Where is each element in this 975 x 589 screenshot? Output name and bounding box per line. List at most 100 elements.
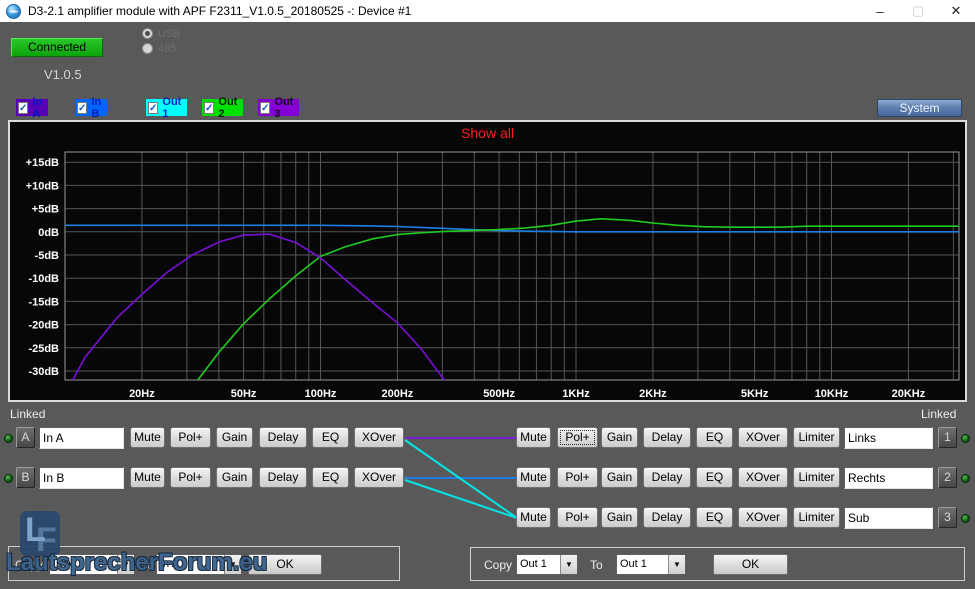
y-axis-tick: -5dB <box>35 250 60 262</box>
x-axis-tick: 20KHz <box>892 388 926 400</box>
curve-out-3-sub-bandpass- <box>65 234 448 394</box>
close-button[interactable]: ✕ <box>937 0 975 22</box>
x-axis-tick: 500Hz <box>483 388 515 400</box>
checkbox-icon[interactable]: ✓ <box>77 102 87 114</box>
y-axis-tick: 0dB <box>38 227 59 239</box>
xover-button-1[interactable]: XOver <box>738 427 788 448</box>
led-indicator <box>961 434 970 443</box>
channel-toggle-in-a[interactable]: ✓In A <box>16 99 48 116</box>
radio-option-usb[interactable]: USB <box>142 26 181 41</box>
xover-button-2[interactable]: XOver <box>738 467 788 488</box>
checkbox-icon[interactable]: ✓ <box>18 102 28 114</box>
checkbox-icon[interactable]: ✓ <box>204 102 214 114</box>
copy-output-groupbox: Copy Out 1 ▼ To Out 1 ▼ OK <box>470 547 965 581</box>
x-axis-tick: 50Hz <box>231 388 257 400</box>
chevron-down-icon[interactable]: ▼ <box>224 555 241 574</box>
output-row-2: Mute Pol+GainDelayEQXOverLimiter 2 <box>0 467 975 490</box>
y-axis-tick: +5dB <box>32 204 59 216</box>
window-title: D3-2.1 amplifier module with APF F2311_V… <box>28 4 411 18</box>
channel-toggle-label: In B <box>91 96 102 120</box>
radio-icon[interactable] <box>142 28 153 39</box>
y-axis-tick: -25dB <box>28 343 59 355</box>
linked-label-right: Linked <box>921 407 956 421</box>
eq-button-3[interactable]: EQ <box>696 507 733 528</box>
checkbox-icon[interactable]: ✓ <box>148 102 158 114</box>
y-axis-tick: -30dB <box>28 366 59 378</box>
led-indicator <box>961 514 970 523</box>
x-axis-tick: 1KHz <box>562 388 590 400</box>
output-name-input-3[interactable] <box>844 507 933 529</box>
titlebar: D3-2.1 amplifier module with APF F2311_V… <box>0 0 975 22</box>
copy-output-ok-button[interactable]: OK <box>713 554 788 575</box>
copy-input-label: Copy <box>15 558 43 572</box>
copy-output-label: Copy <box>484 558 512 572</box>
output-select-button-1[interactable]: 1 <box>938 427 957 448</box>
y-axis-tick: +10dB <box>26 180 59 192</box>
version-label: V1.0.5 <box>44 67 82 82</box>
chevron-down-icon[interactable]: ▼ <box>117 555 134 574</box>
pol-plus-button-1[interactable]: Pol+ <box>557 427 598 448</box>
output-name-input-2[interactable] <box>844 467 933 489</box>
checkbox-icon[interactable]: ✓ <box>260 102 270 114</box>
copy-output-to-label: To <box>590 558 603 572</box>
chevron-down-icon[interactable]: ▼ <box>668 555 685 574</box>
limiter-button-1[interactable]: Limiter <box>793 427 840 448</box>
channel-toggle-label: Out 2 <box>218 96 239 120</box>
response-chart-panel: Show all +15dB+10dB+5dB0dB-5dB-10dB-15dB… <box>8 120 967 402</box>
radio-icon[interactable] <box>142 43 153 54</box>
y-axis-tick: -10dB <box>28 273 59 285</box>
copy-input-to-label: To <box>141 558 154 572</box>
eq-button-2[interactable]: EQ <box>696 467 733 488</box>
eq-button-1[interactable]: EQ <box>696 427 733 448</box>
pol-plus-button-2[interactable]: Pol+ <box>557 467 598 488</box>
curve-outputs-out-1-out-2-links-rechts-highpass- <box>191 219 960 390</box>
limiter-button-2[interactable]: Limiter <box>793 467 840 488</box>
app-icon <box>6 4 21 19</box>
xover-button-3[interactable]: XOver <box>738 507 788 528</box>
radio-option-485[interactable]: 485 <box>142 41 181 56</box>
copy-input-to-select[interactable]: In A ▼ <box>156 554 242 575</box>
gain-button-3[interactable]: Gain <box>601 507 638 528</box>
y-axis-tick: +15dB <box>26 157 59 169</box>
limiter-button-3[interactable]: Limiter <box>793 507 840 528</box>
gain-button-2[interactable]: Gain <box>601 467 638 488</box>
mute-button-1[interactable]: Mute <box>516 427 551 448</box>
chevron-down-icon[interactable]: ▼ <box>560 555 577 574</box>
delay-button-3[interactable]: Delay <box>643 507 691 528</box>
delay-button-1[interactable]: Delay <box>643 427 691 448</box>
x-axis-tick: 5KHz <box>741 388 769 400</box>
connection-type-radios: USB485 <box>142 26 181 56</box>
y-axis-tick: -15dB <box>28 296 59 308</box>
y-axis-tick: -20dB <box>28 320 59 332</box>
output-name-input-1[interactable] <box>844 427 933 449</box>
copy-output-from-select[interactable]: Out 1 ▼ <box>516 554 578 575</box>
mute-button-3[interactable]: Mute <box>516 507 551 528</box>
connected-status-button[interactable]: Connected <box>11 38 103 57</box>
system-button[interactable]: System <box>877 99 962 117</box>
x-axis-tick: 2KHz <box>639 388 667 400</box>
channel-toggle-label: Out 3 <box>274 96 295 120</box>
channel-toggle-out-3[interactable]: ✓Out 3 <box>258 99 299 116</box>
output-row-1: Mute Pol+GainDelayEQXOverLimiter 1 <box>0 427 975 450</box>
x-axis-tick: 200Hz <box>382 388 414 400</box>
channel-toggle-label: In A <box>32 96 43 120</box>
x-axis-tick: 20Hz <box>129 388 155 400</box>
minimize-button[interactable]: – <box>861 0 899 22</box>
delay-button-2[interactable]: Delay <box>643 467 691 488</box>
pol-plus-button-3[interactable]: Pol+ <box>557 507 598 528</box>
output-row-3: Mute Pol+GainDelayEQXOverLimiter 3 <box>0 507 975 530</box>
channel-toggle-in-b[interactable]: ✓In B <box>75 99 107 116</box>
copy-input-groupbox: Copy In A ▼ To In A ▼ OK <box>8 546 400 581</box>
channel-toggle-out-2[interactable]: ✓Out 2 <box>202 99 243 116</box>
frequency-response-plot[interactable]: +15dB +10dB +5dB 0dB -5dB -10dB -15dB -20dB -25d… <box>10 122 965 400</box>
channel-toggle-label: Out 1 <box>162 96 183 120</box>
maximize-button: ▢ <box>899 0 937 22</box>
channel-toggle-out-1[interactable]: ✓Out 1 <box>146 99 187 116</box>
copy-output-to-select[interactable]: Out 1 ▼ <box>616 554 686 575</box>
mute-button-2[interactable]: Mute <box>516 467 551 488</box>
gain-button-1[interactable]: Gain <box>601 427 638 448</box>
output-select-button-3[interactable]: 3 <box>938 507 957 528</box>
copy-input-from-select[interactable]: In A ▼ <box>49 554 135 575</box>
copy-input-ok-button[interactable]: OK <box>248 554 322 575</box>
output-select-button-2[interactable]: 2 <box>938 467 957 488</box>
